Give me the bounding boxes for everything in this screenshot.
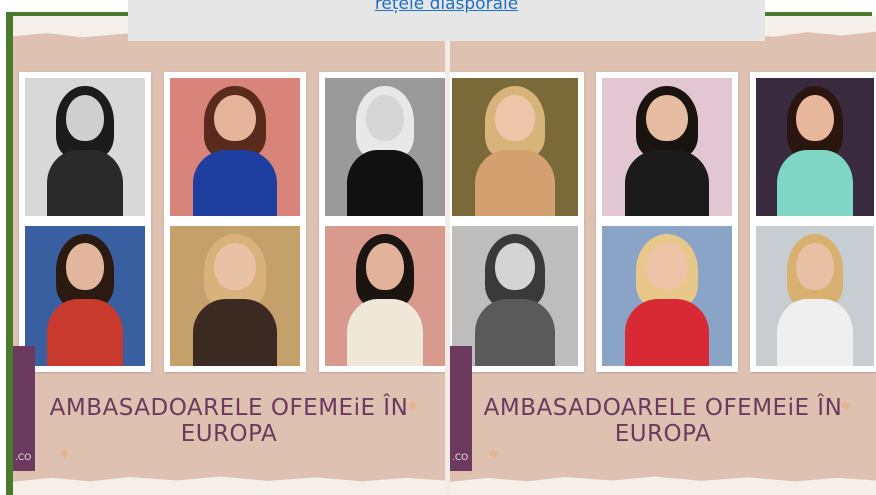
torn-paper-bottom <box>13 476 445 495</box>
poster-tagline: AMBASADOARELE OFEMEiE ÎN EUROPA <box>483 395 843 447</box>
portrait-photo <box>750 220 876 372</box>
sparkle-icon: ✦ <box>405 396 421 417</box>
poster-right[interactable]: .CO AMBASADOARELE OFEMEiE ÎN EUROPA ✦ ✦ <box>450 16 876 495</box>
poster-tagline: AMBASADOARELE OFEMEiE ÎN EUROPA <box>49 395 409 447</box>
link-bar: rețele diasporale <box>128 0 765 41</box>
portrait-photo <box>19 72 151 222</box>
portrait-photo <box>19 220 151 372</box>
portrait-photo <box>750 72 876 222</box>
portrait-photo <box>450 72 584 222</box>
torn-paper-bottom <box>450 476 876 495</box>
side-banner-text: .CO <box>15 453 32 463</box>
portrait-photo <box>319 72 445 222</box>
portrait-photo <box>596 220 738 372</box>
sparkle-icon: ✦ <box>838 396 854 417</box>
portrait-photo <box>319 220 445 372</box>
diaspora-networks-link[interactable]: rețele diasporale <box>375 0 518 14</box>
portrait-photo <box>596 72 738 222</box>
poster-left[interactable]: .CO AMBASADOARELE OFEMEiE ÎN EUROPA ✦ ✦ <box>13 16 445 495</box>
sparkle-icon: ✦ <box>486 444 502 465</box>
portrait-photo <box>164 220 306 372</box>
sparkle-icon: ✦ <box>57 444 73 465</box>
portrait-photo <box>164 72 306 222</box>
side-banner-text: .CO <box>452 453 469 463</box>
